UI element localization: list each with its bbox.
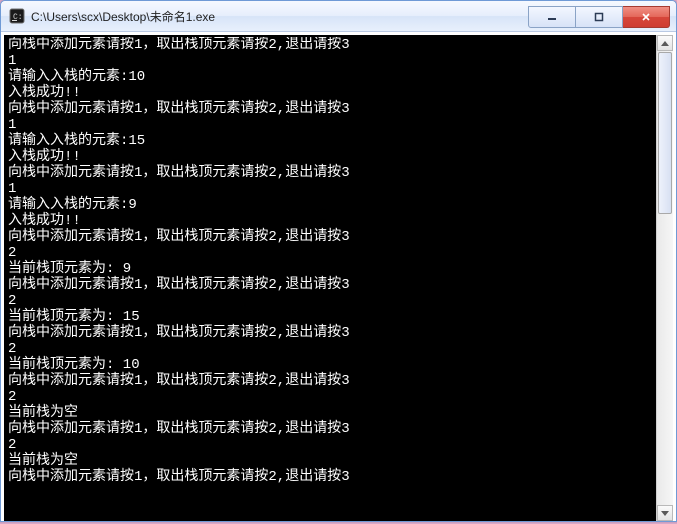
console-output: 向栈中添加元素请按1，取出栈顶元素请按2,退出请按3 1 请输入入栈的元素:10…: [8, 37, 655, 519]
window-title: C:\Users\scx\Desktop\未命名1.exe: [31, 8, 215, 25]
close-button[interactable]: [623, 6, 670, 28]
chevron-down-icon: [661, 511, 669, 516]
chevron-up-icon: [661, 41, 669, 46]
titlebar[interactable]: C: C:\Users\scx\Desktop\未命名1.exe: [1, 1, 676, 32]
app-icon: C:: [9, 8, 25, 24]
window-buttons: [528, 6, 670, 26]
scroll-down-button[interactable]: [657, 505, 673, 521]
close-icon: [641, 12, 651, 22]
client-area: 向栈中添加元素请按1，取出栈顶元素请按2,退出请按3 1 请输入入栈的元素:10…: [1, 32, 676, 524]
minimize-button[interactable]: [528, 6, 576, 28]
maximize-icon: [594, 12, 604, 22]
console[interactable]: 向栈中添加元素请按1，取出栈顶元素请按2,退出请按3 1 请输入入栈的元素:10…: [4, 35, 673, 521]
maximize-button[interactable]: [576, 6, 623, 28]
minimize-icon: [547, 12, 557, 22]
title-left: C: C:\Users\scx\Desktop\未命名1.exe: [1, 8, 215, 25]
vertical-scrollbar[interactable]: [656, 35, 673, 521]
app-window: C: C:\Users\scx\Desktop\未命名1.exe 向栈中添加元素…: [0, 0, 677, 522]
scroll-thumb[interactable]: [658, 52, 672, 214]
scroll-up-button[interactable]: [657, 35, 673, 51]
